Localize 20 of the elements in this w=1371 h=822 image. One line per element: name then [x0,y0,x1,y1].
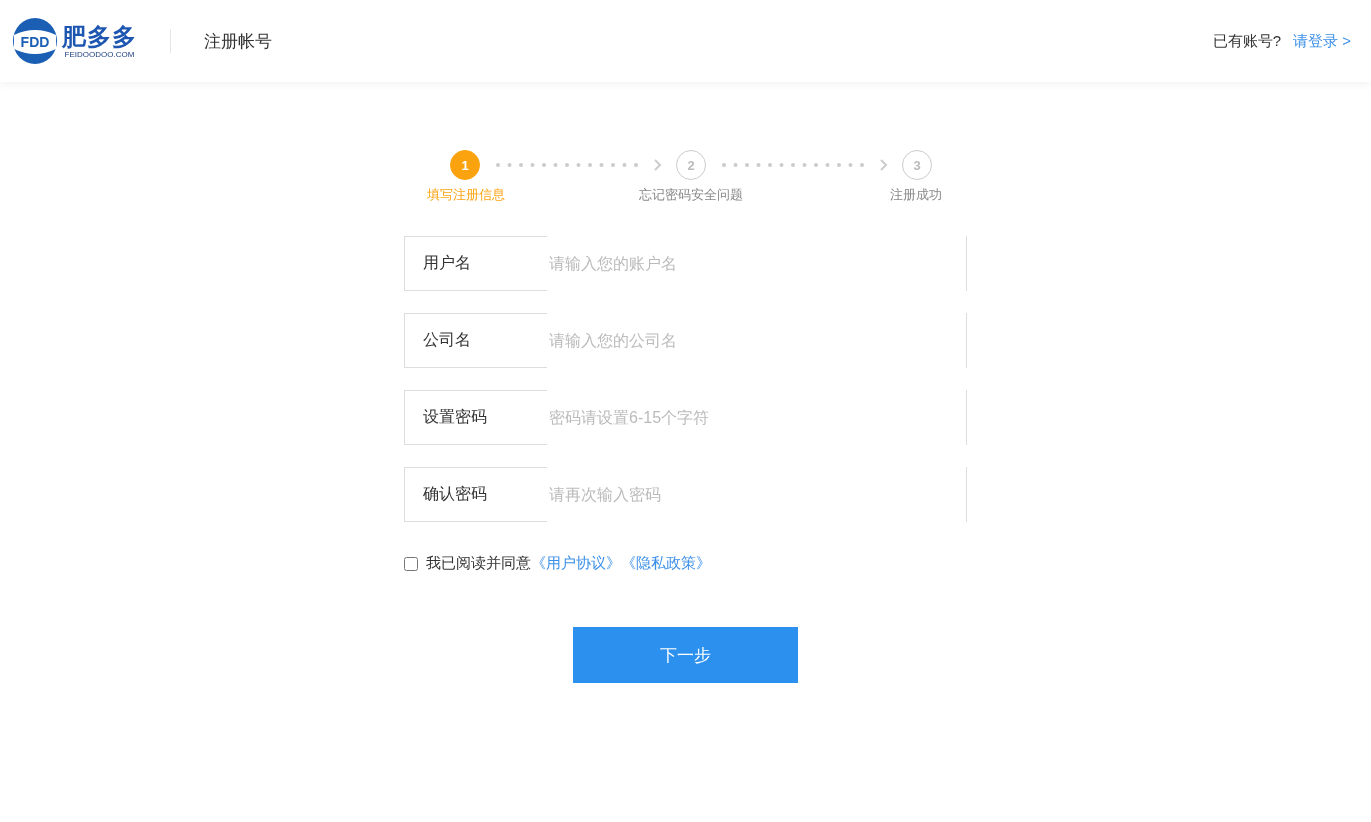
step-number: 2 [676,150,706,180]
page-title: 注册帐号 [204,30,272,53]
logo-domain: FEIDOODOO.COM [64,49,135,59]
logo-name: 肥多多 [62,23,137,50]
policy-link[interactable]: 《用户协议》 [531,554,621,573]
step-label: 注册成功 [889,186,943,204]
input-field[interactable]: 用户名 请输入您的账户名 [404,236,967,291]
policy-link[interactable]: 《隐私政策》 [621,554,711,573]
input-field[interactable]: 公司名 请输入您的公司名 [404,313,967,368]
agreement-text: 我已阅读并同意 [426,554,531,573]
input-field[interactable]: 设置密码 密码请设置6-15个字符 [404,390,967,445]
agree-checkbox[interactable] [404,556,418,571]
logo-emblem-icon: FDD [12,17,58,65]
login-prompt: 已有账号? [1212,31,1282,51]
step-number: 3 [902,150,932,180]
input-field[interactable]: 确认密码 请再次输入密码 [404,467,967,522]
step-label: 忘记密码安全问题 [638,186,744,204]
login-link[interactable]: 请登录 > [1293,31,1351,51]
step-number: 1 [450,150,480,180]
step-label: 填写注册信息 [426,186,506,204]
